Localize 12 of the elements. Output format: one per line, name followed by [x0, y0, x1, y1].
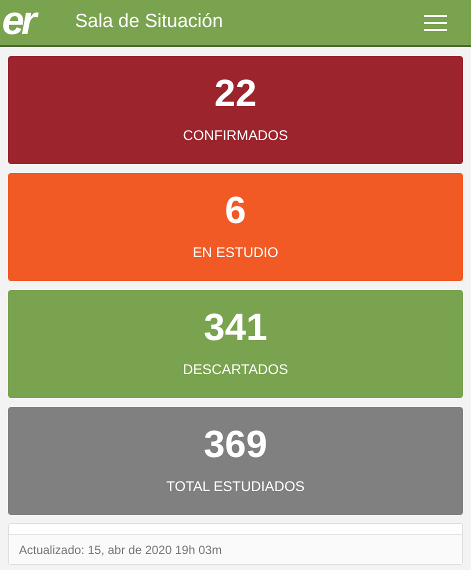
stat-value: 6: [224, 190, 246, 232]
stat-label: DESCARTADOS: [182, 360, 288, 379]
stat-value: 341: [204, 307, 268, 349]
stat-value: 369: [204, 424, 268, 466]
stat-label: EN ESTUDIO: [192, 243, 278, 262]
stat-label: TOTAL ESTUDIADOS: [166, 477, 305, 496]
stat-label: CONFIRMADOS: [183, 126, 288, 145]
menu-icon[interactable]: [424, 14, 447, 30]
stat-value: 22: [214, 73, 257, 115]
page-title: Sala de Situación: [75, 10, 223, 34]
logo[interactable]: er: [2, 0, 52, 40]
update-timestamp: Actualizado: 15, abr de 2020 19h 03m: [19, 542, 222, 558]
